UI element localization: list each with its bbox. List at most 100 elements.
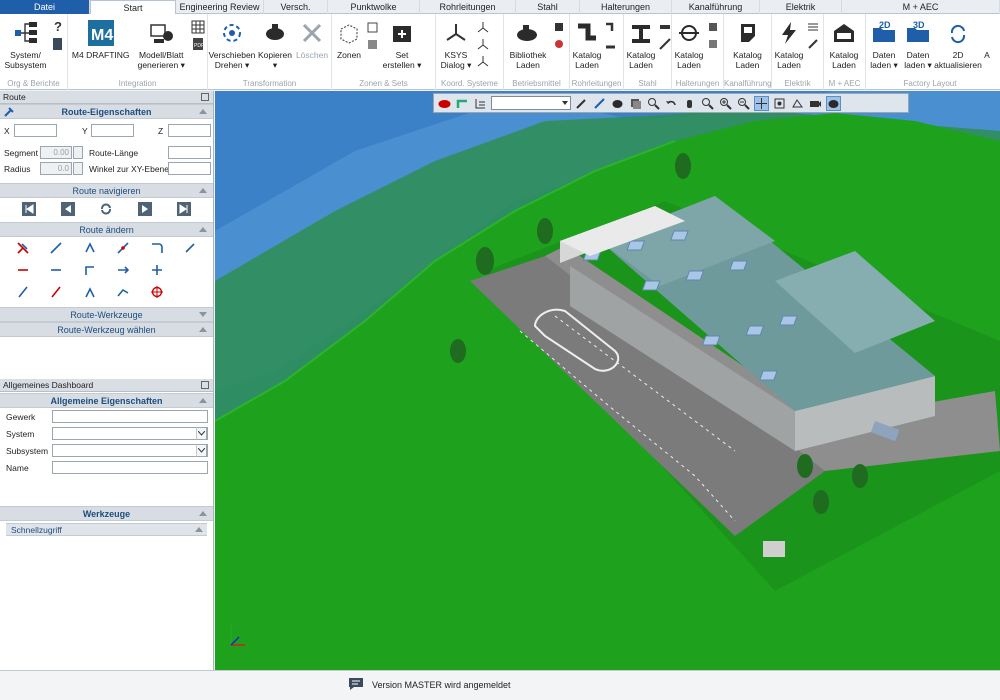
radius-input[interactable]: 0.0 xyxy=(40,162,72,175)
crosshair-icon[interactable] xyxy=(140,285,174,299)
tab-rohrleitungen[interactable]: Rohrleitungen xyxy=(420,0,516,14)
ksys-dialog-button[interactable]: KSYS Dialog ▾ xyxy=(438,18,474,70)
previous-segment-button[interactable] xyxy=(60,202,75,216)
cable-small-icon-1[interactable] xyxy=(806,20,820,34)
stahl-katalog-button[interactable]: Katalog Laden xyxy=(626,18,656,70)
route-tool-icon-18[interactable] xyxy=(174,285,208,299)
route-length-input[interactable] xyxy=(168,146,211,159)
rohr-katalog-button[interactable]: Katalog Laden xyxy=(572,18,602,70)
select-object-icon[interactable] xyxy=(437,96,452,111)
tab-elektrik[interactable]: Elektrik xyxy=(760,0,842,14)
render-icon[interactable] xyxy=(610,96,625,111)
chevron-down-icon[interactable] xyxy=(196,427,207,440)
pen-icon[interactable] xyxy=(574,96,589,111)
system-subsystem-button[interactable]: System/ Subsystem xyxy=(2,18,49,70)
kanal-katalog-button[interactable]: Katalog Laden xyxy=(726,18,769,70)
section-plane-icon[interactable] xyxy=(790,96,805,111)
daten-laden-3d-button[interactable]: 3D Daten laden ▾ xyxy=(902,18,934,70)
route-tool-icon-15[interactable] xyxy=(73,285,107,299)
tab-kanalfuehrung[interactable]: Kanalführung xyxy=(672,0,760,14)
zoom-icon[interactable] xyxy=(700,96,715,111)
kopieren-button[interactable]: Kopieren ▾ xyxy=(256,18,294,70)
route-tools-header[interactable]: Route-Werkzeuge xyxy=(0,307,213,322)
measure-icon[interactable] xyxy=(592,96,607,111)
route-tool-icon-4[interactable] xyxy=(107,241,141,255)
route-tool-icon-11[interactable] xyxy=(140,263,174,277)
2d-aktualisieren-button[interactable]: 2D aktualisieren xyxy=(934,18,982,70)
layers-icon[interactable] xyxy=(628,96,643,111)
next-segment-button[interactable] xyxy=(138,202,153,216)
equipment-small-icon-1[interactable] xyxy=(552,20,566,34)
last-segment-button[interactable] xyxy=(176,202,191,216)
y-input[interactable] xyxy=(91,124,134,137)
equipment-small-icon-2[interactable] xyxy=(552,37,566,51)
route-choose-header[interactable]: Route-Werkzeug wählen xyxy=(0,322,213,337)
fit-box-icon[interactable] xyxy=(772,96,787,111)
tab-m-aec[interactable]: M + AEC xyxy=(842,0,1000,14)
route-tool-icon-3[interactable] xyxy=(73,241,107,255)
help-icon[interactable]: ? xyxy=(51,20,65,34)
zoom-out-icon[interactable] xyxy=(736,96,751,111)
camera-icon[interactable] xyxy=(808,96,823,111)
route-navigate-header[interactable]: Route navigieren xyxy=(0,183,213,198)
3d-viewport[interactable] xyxy=(215,91,1000,670)
tab-start[interactable]: Start xyxy=(90,0,176,15)
pipe-small-icon-1[interactable] xyxy=(604,20,618,34)
grid-icon[interactable] xyxy=(191,20,205,34)
tab-datei[interactable]: Datei xyxy=(0,0,90,14)
pipe-view-icon[interactable] xyxy=(455,96,470,111)
bibliothek-laden-button[interactable]: Bibliothek Laden xyxy=(506,18,550,70)
zoom-fit-icon[interactable] xyxy=(646,96,661,111)
route-properties-header[interactable]: Route-Eigenschaften xyxy=(0,104,213,119)
shaded-view-icon[interactable] xyxy=(826,95,841,111)
overflow-button[interactable]: A xyxy=(982,18,992,60)
pan-hand-icon[interactable] xyxy=(682,96,697,111)
route-tool-icon-16[interactable] xyxy=(107,285,141,299)
verschieben-drehen-button[interactable]: Verschieben Drehen ▾ xyxy=(209,18,255,70)
pin-icon[interactable] xyxy=(201,381,209,389)
undo-view-icon[interactable] xyxy=(664,96,679,111)
general-properties-header[interactable]: Allgemeine Eigenschaften xyxy=(0,393,213,408)
ksys-small-icon-1[interactable] xyxy=(476,20,490,34)
radius-spinner[interactable] xyxy=(73,162,83,175)
pipe-small-icon-2[interactable] xyxy=(604,37,618,51)
system-select[interactable] xyxy=(52,427,208,440)
zone-edit-icon[interactable] xyxy=(366,20,380,34)
support-small-icon-1[interactable] xyxy=(706,20,720,34)
route-tool-icon-10[interactable] xyxy=(107,263,141,277)
view-selector-dropdown[interactable] xyxy=(491,96,571,110)
z-input[interactable] xyxy=(168,124,211,137)
support-small-icon-2[interactable] xyxy=(706,37,720,51)
tab-punktwolke[interactable]: Punktwolke xyxy=(328,0,420,14)
route-change-header[interactable]: Route ändern xyxy=(0,222,213,237)
x-input[interactable] xyxy=(14,124,57,137)
ksys-small-icon-3[interactable] xyxy=(476,54,490,68)
m4-drafting-button[interactable]: M4 M4 DRAFTING xyxy=(70,18,131,60)
steel-small-icon-1[interactable] xyxy=(658,20,672,34)
route-tool-icon-13[interactable] xyxy=(6,285,40,299)
route-tool-icon-7[interactable] xyxy=(6,263,40,277)
route-tool-icon-12[interactable] xyxy=(174,263,208,277)
pin-icon[interactable] xyxy=(201,93,209,101)
refresh-segment-button[interactable] xyxy=(99,202,113,216)
loeschen-button[interactable]: Löschen xyxy=(296,18,328,60)
cable-small-icon-2[interactable] xyxy=(806,37,820,51)
pdf-icon[interactable]: PDF xyxy=(191,37,205,51)
snap-icon[interactable] xyxy=(754,95,769,111)
route-tool-icon-6[interactable] xyxy=(174,241,208,255)
route-tool-icon-8[interactable] xyxy=(40,263,74,277)
route-tool-icon-2[interactable] xyxy=(40,241,74,255)
zonen-button[interactable]: Zonen xyxy=(334,18,364,60)
gewerk-input[interactable] xyxy=(52,410,208,423)
tab-engineering-review[interactable]: Engineering Review xyxy=(176,0,264,14)
quick-access-header[interactable]: Schnellzugriff xyxy=(6,523,207,536)
elektrik-katalog-button[interactable]: Katalog Laden xyxy=(774,18,804,70)
chevron-down-icon[interactable] xyxy=(196,444,207,457)
ksys-small-icon-2[interactable] xyxy=(476,37,490,51)
name-input[interactable] xyxy=(52,461,208,474)
angle-input[interactable] xyxy=(168,162,211,175)
route-tool-icon-14[interactable] xyxy=(40,285,74,299)
route-tool-icon-1[interactable] xyxy=(6,241,40,255)
tree-view-icon[interactable] xyxy=(473,96,488,111)
modell-blatt-button[interactable]: Modell/Blatt generieren ▾ xyxy=(133,18,189,70)
